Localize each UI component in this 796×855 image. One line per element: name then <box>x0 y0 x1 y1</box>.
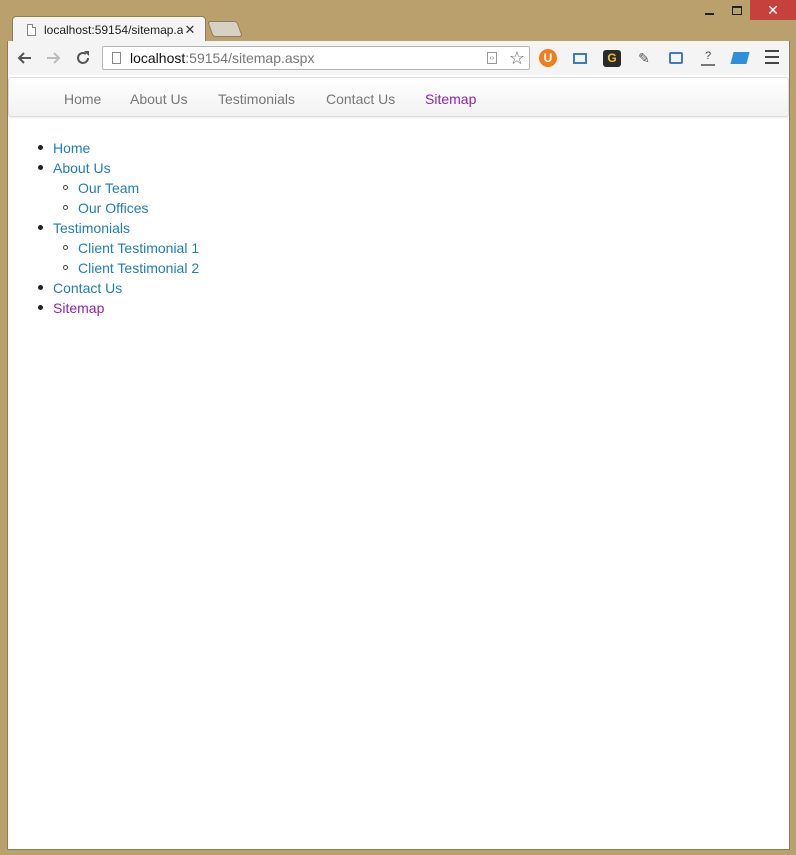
list-item: Contact Us <box>8 278 199 298</box>
maximize-button[interactable] <box>723 0 750 20</box>
list-item: Home <box>8 138 199 158</box>
bullet <box>63 185 68 190</box>
forward-icon[interactable] <box>41 46 65 70</box>
sitemap-link-our-offices[interactable]: Our Offices <box>78 200 149 216</box>
page-favicon-icon <box>27 23 36 36</box>
list-item: Our Offices <box>8 198 199 218</box>
nav-about-us[interactable]: About Us <box>130 91 188 107</box>
nav-testimonials[interactable]: Testimonials <box>218 91 295 107</box>
list-item: Client Testimonial 1 <box>8 238 199 258</box>
list-item: Our Team <box>8 178 199 198</box>
pen-extension-icon[interactable]: ✎ <box>634 48 654 68</box>
bullet <box>63 245 68 250</box>
screen-capture-extension-icon[interactable] <box>570 48 590 68</box>
flag-extension-icon[interactable] <box>730 48 750 68</box>
tab-title: localhost:59154/sitemap.a <box>44 22 183 37</box>
window-extension-icon[interactable] <box>666 48 686 68</box>
menu-icon[interactable] <box>765 50 779 64</box>
nav-contact-us[interactable]: Contact Us <box>326 91 395 107</box>
sitemap-link-sitemap[interactable]: Sitemap <box>53 300 104 316</box>
bullet <box>38 165 43 170</box>
ublock-extension-icon[interactable]: U <box>538 48 558 68</box>
window-controls: ✕ <box>696 0 796 20</box>
sitemap-link-our-team[interactable]: Our Team <box>78 180 139 196</box>
sitemap-link-testimonials[interactable]: Testimonials <box>53 220 130 236</box>
window-close-button[interactable]: ✕ <box>750 0 796 20</box>
browser-tab[interactable]: localhost:59154/sitemap.a ✕ <box>12 16 206 42</box>
sitemap-link-about-us[interactable]: About Us <box>53 160 111 176</box>
star-icon[interactable]: ☆ <box>509 48 525 69</box>
list-item: Sitemap <box>8 298 199 318</box>
tab-close-icon[interactable]: ✕ <box>183 22 197 38</box>
bullet <box>63 205 68 210</box>
address-bar[interactable]: localhost:59154/sitemap.aspx ‹› ☆ <box>102 46 530 70</box>
list-item: About Us <box>8 158 199 178</box>
list-item: Client Testimonial 2 <box>8 258 199 278</box>
minimize-button[interactable] <box>696 0 723 20</box>
nav-home[interactable]: Home <box>64 91 101 107</box>
page-icon <box>112 52 121 64</box>
address-path: :59154/sitemap.aspx <box>185 50 315 66</box>
site-navbar: Home About Us Testimonials Contact Us Si… <box>8 77 789 117</box>
g-extension-icon[interactable]: G <box>602 48 622 68</box>
back-icon[interactable] <box>13 46 37 70</box>
reload-icon[interactable] <box>71 46 95 70</box>
sitemap-link-client-testimonial-1[interactable]: Client Testimonial 1 <box>78 240 199 256</box>
bullet <box>38 285 43 290</box>
bullet <box>63 265 68 270</box>
help-extension-icon[interactable]: ? <box>698 48 718 68</box>
bullet <box>38 305 43 310</box>
nav-sitemap[interactable]: Sitemap <box>425 91 476 107</box>
address-host: localhost <box>130 50 186 66</box>
page-viewport: Home About Us Testimonials Contact Us Si… <box>7 75 790 850</box>
sitemap-link-home[interactable]: Home <box>53 140 90 156</box>
list-item: Testimonials <box>8 218 199 238</box>
sitemap-link-client-testimonial-2[interactable]: Client Testimonial 2 <box>78 260 199 276</box>
browser-toolbar: localhost:59154/sitemap.aspx ‹› ☆ U G ✎ … <box>7 41 790 75</box>
new-tab-button[interactable] <box>207 21 243 37</box>
sitemap-list: Home About Us Our Team Our Offices Testi… <box>8 138 199 318</box>
bullet <box>38 145 43 150</box>
bullet <box>38 225 43 230</box>
sitemap-link-contact-us[interactable]: Contact Us <box>53 280 122 296</box>
page-action-icon[interactable]: ‹› <box>486 52 497 64</box>
